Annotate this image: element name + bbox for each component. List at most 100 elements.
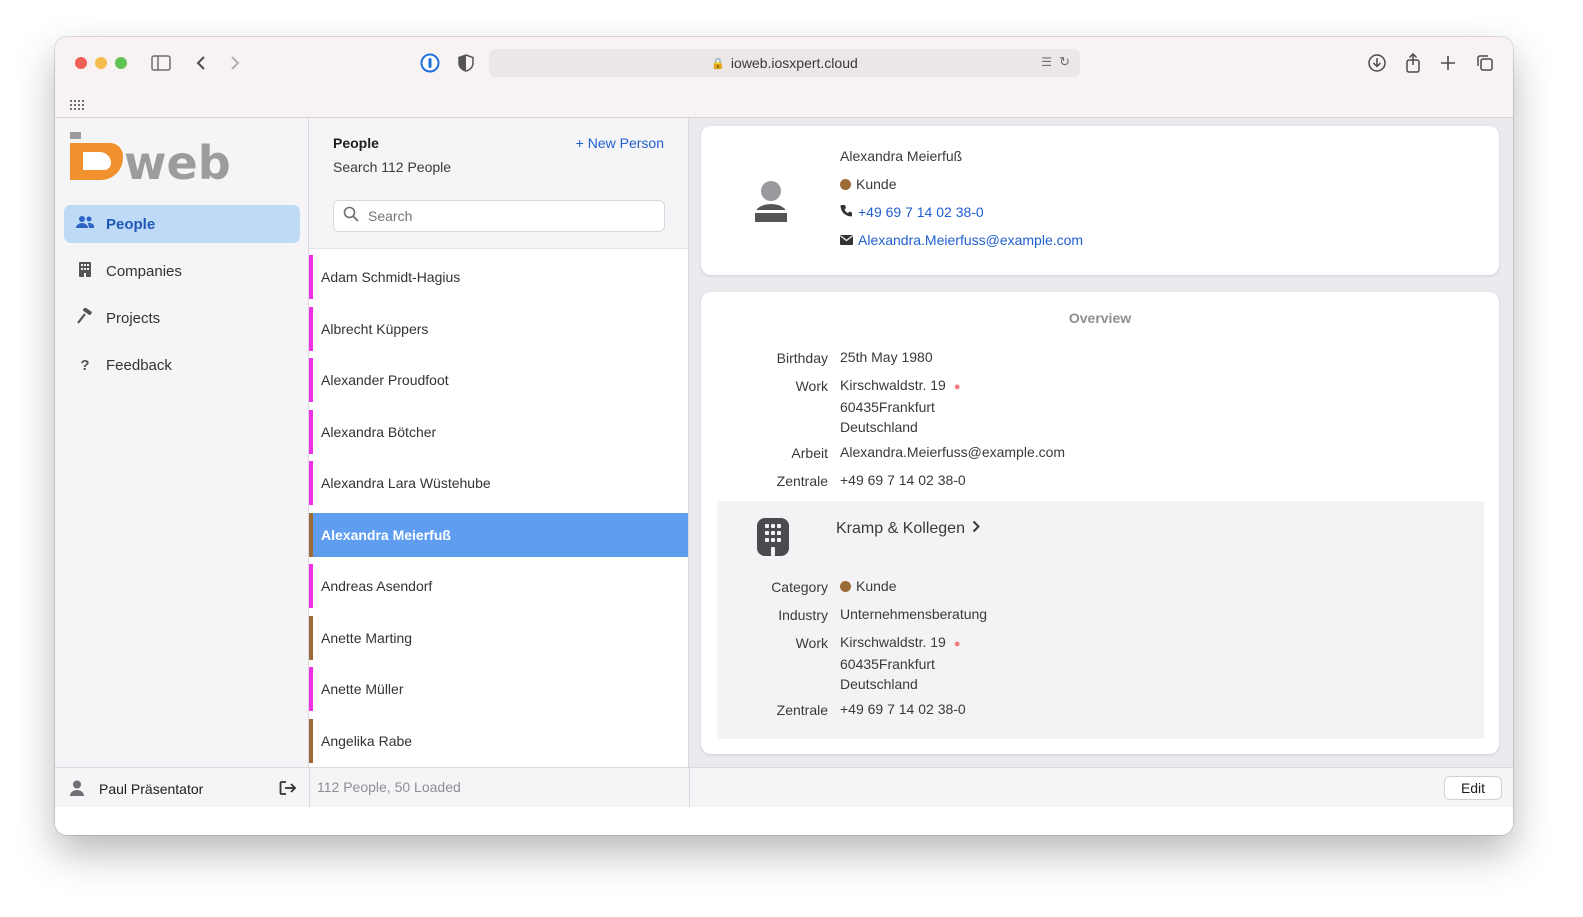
zentrale-phone-link[interactable]: +49 69 7 14 02 38-0 bbox=[840, 470, 966, 490]
contact-phone-row: +49 69 7 14 02 38-0 bbox=[840, 204, 984, 220]
list-item[interactable]: Alexandra Meierfuß bbox=[309, 512, 688, 557]
downloads-icon[interactable] bbox=[1365, 51, 1389, 75]
contact-category-label: Kunde bbox=[856, 176, 897, 192]
new-tab-icon[interactable] bbox=[1436, 51, 1460, 75]
sidebar-item-label: People bbox=[106, 215, 156, 233]
phone-icon bbox=[840, 204, 853, 220]
company-category: Kunde bbox=[840, 576, 896, 596]
overview-card: Overview Birthday 25th May 1980 Work Kir… bbox=[701, 292, 1499, 754]
overview-title: Overview bbox=[1068, 310, 1132, 326]
mail-icon bbox=[840, 232, 853, 248]
work-street: Kirschwaldstr. 19 bbox=[840, 377, 946, 393]
category-dot-icon bbox=[840, 178, 851, 190]
sidebar-item-feedback[interactable]: ? Feedback bbox=[64, 346, 300, 384]
zoom-window-button[interactable] bbox=[115, 57, 127, 69]
company-category-label: Category bbox=[771, 579, 828, 595]
translate-icon[interactable]: ☰ bbox=[1041, 55, 1052, 69]
building-icon bbox=[64, 261, 106, 281]
search-icon bbox=[334, 206, 368, 226]
category-color-bar bbox=[309, 255, 313, 299]
contact-category: Kunde bbox=[840, 176, 896, 192]
logout-icon[interactable] bbox=[279, 780, 297, 801]
zentrale-label: Zentrale bbox=[776, 473, 828, 489]
list-item-name: Albrecht Küppers bbox=[321, 320, 429, 337]
company-work-label: Work bbox=[795, 635, 828, 651]
grid-icon[interactable] bbox=[70, 97, 84, 115]
reload-icon[interactable]: ↻ bbox=[1059, 54, 1070, 70]
list-item-name: Alexandra Bötcher bbox=[321, 423, 437, 440]
category-color-bar bbox=[309, 512, 313, 557]
birthday-value: 25th May 1980 bbox=[840, 349, 933, 365]
detail-pane: Alexandra Meierfuß Kunde +49 69 7 14 02 … bbox=[689, 118, 1513, 767]
sidebar-item-projects[interactable]: Projects bbox=[64, 299, 300, 337]
search-input[interactable] bbox=[368, 208, 648, 224]
contact-name: Alexandra Meierfuß bbox=[840, 148, 963, 164]
ioweb-logo: web bbox=[70, 132, 250, 190]
divider bbox=[689, 768, 690, 808]
list-item[interactable]: Alexander Proudfoot bbox=[309, 358, 688, 402]
contact-phone-link[interactable]: +49 69 7 14 02 38-0 bbox=[858, 204, 984, 220]
contact-email-row: Alexandra.Meierfuss@example.com bbox=[840, 232, 1083, 248]
list-item[interactable]: Albrecht Küppers bbox=[309, 306, 688, 351]
list-header: People Search 112 People + New Person bbox=[309, 118, 688, 249]
sidebar-item-companies[interactable]: Companies bbox=[64, 252, 300, 290]
category-color-bar bbox=[309, 564, 313, 608]
people-icon bbox=[64, 215, 106, 233]
work-country: Deutschland bbox=[840, 419, 918, 435]
map-pin-icon[interactable]: ● bbox=[954, 634, 961, 654]
list-item-name: Alexandra Lara Wüstehube bbox=[321, 475, 491, 491]
back-icon[interactable] bbox=[189, 51, 213, 75]
address-url: ioweb.iosxpert.cloud bbox=[730, 55, 858, 71]
list-item[interactable]: Alexandra Lara Wüstehube bbox=[309, 461, 688, 505]
status-bar: Paul Präsentator 112 People, 50 Loaded E… bbox=[55, 767, 1513, 808]
work-city: 60435Frankfurt bbox=[840, 399, 935, 415]
share-icon[interactable] bbox=[1401, 51, 1425, 75]
work-label: Work bbox=[795, 378, 828, 394]
chevron-right-icon bbox=[972, 520, 980, 538]
list-item[interactable]: Anette Marting bbox=[309, 615, 688, 660]
category-color-bar bbox=[309, 667, 313, 711]
list-item[interactable]: Andreas Asendorf bbox=[309, 564, 688, 608]
privacy-shield-icon[interactable] bbox=[454, 51, 478, 75]
category-dot-icon bbox=[840, 580, 851, 592]
birthday-label: Birthday bbox=[776, 350, 828, 366]
tab-overview-icon[interactable] bbox=[1473, 51, 1497, 75]
new-person-button[interactable]: + New Person bbox=[576, 135, 664, 151]
address-bar[interactable]: 🔒 ioweb.iosxpert.cloud ☰ ↻ bbox=[489, 49, 1080, 77]
sidebar-item-people[interactable]: People bbox=[64, 205, 300, 243]
list-item[interactable]: Adam Schmidt-Hagius bbox=[309, 255, 688, 299]
work-address: Kirschwaldstr. 19 ● 60435Frankfurt Deutsc… bbox=[840, 375, 960, 437]
arbeit-label: Arbeit bbox=[791, 445, 828, 461]
minimize-window-button[interactable] bbox=[95, 57, 107, 69]
company-building-icon bbox=[757, 518, 789, 561]
browser-toolbar: 🔒 ioweb.iosxpert.cloud ☰ ↻ bbox=[55, 37, 1513, 89]
company-zentrale-label: Zentrale bbox=[776, 702, 828, 718]
contact-email-link[interactable]: Alexandra.Meierfuss@example.com bbox=[858, 232, 1083, 248]
category-color-bar bbox=[309, 358, 313, 402]
map-pin-icon[interactable]: ● bbox=[954, 377, 961, 397]
search-field[interactable] bbox=[333, 200, 665, 232]
company-category-value: Kunde bbox=[856, 578, 897, 594]
divider bbox=[309, 768, 310, 808]
company-panel: Kramp & Kollegen Category Kunde Industry… bbox=[717, 501, 1484, 739]
close-window-button[interactable] bbox=[75, 57, 87, 69]
sidebar-toggle-icon[interactable] bbox=[149, 51, 173, 75]
company-zentrale-link[interactable]: +49 69 7 14 02 38-0 bbox=[840, 699, 966, 719]
list-item[interactable]: Alexandra Bötcher bbox=[309, 409, 688, 454]
sidebar-item-label: Companies bbox=[106, 262, 182, 280]
password-manager-icon[interactable] bbox=[418, 51, 442, 75]
logo-text: web bbox=[124, 136, 231, 182]
list-item[interactable]: Anette Müller bbox=[309, 667, 688, 711]
list-item-name: Alexander Proudfoot bbox=[321, 372, 449, 388]
list-item[interactable]: Angelika Rabe bbox=[309, 718, 688, 763]
window-bottom bbox=[55, 807, 1513, 835]
list-status: 112 People, 50 Loaded bbox=[317, 779, 461, 795]
company-street: Kirschwaldstr. 19 bbox=[840, 634, 946, 650]
company-link[interactable]: Kramp & Kollegen bbox=[836, 520, 980, 538]
edit-button[interactable]: Edit bbox=[1444, 776, 1502, 800]
list-item-name: Adam Schmidt-Hagius bbox=[321, 269, 461, 285]
sidebar-item-label: Feedback bbox=[106, 356, 172, 374]
forward-icon[interactable] bbox=[223, 51, 247, 75]
arbeit-email-link[interactable]: Alexandra.Meierfuss@example.com bbox=[840, 442, 1065, 462]
people-list-pane: People Search 112 People + New Person Ad… bbox=[309, 118, 689, 767]
